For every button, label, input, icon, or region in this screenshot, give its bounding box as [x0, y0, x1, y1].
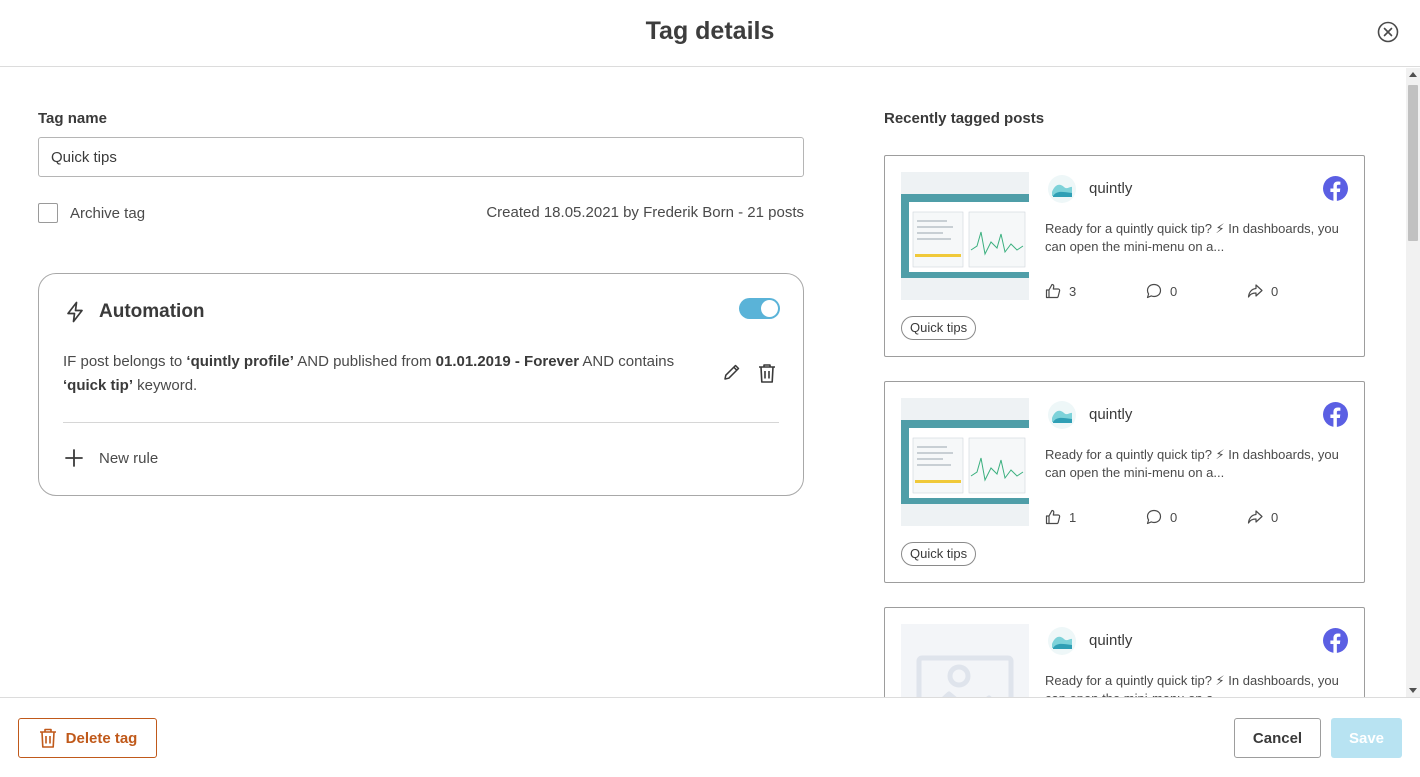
shares-count: 0	[1271, 509, 1279, 525]
new-rule-button[interactable]: New rule	[63, 447, 158, 469]
scroll-up-arrow[interactable]	[1409, 72, 1417, 77]
recent-posts-title: Recently tagged posts	[884, 110, 1045, 127]
comments-metric: 0	[1146, 509, 1177, 525]
share-icon	[1247, 510, 1263, 524]
archive-tag-label[interactable]: Archive tag	[70, 205, 145, 222]
likes-count: 3	[1069, 283, 1077, 299]
tag-chip[interactable]: Quick tips	[901, 542, 977, 566]
comment-icon	[1146, 509, 1162, 525]
facebook-icon	[1323, 402, 1348, 427]
toggle-knob	[761, 300, 778, 317]
automation-panel: Automation IF post belongs to ‘quintly p…	[38, 273, 804, 496]
image-placeholder-icon	[901, 624, 1029, 697]
scroll-down-arrow[interactable]	[1409, 688, 1417, 693]
archive-tag-checkbox[interactable]	[38, 203, 58, 223]
trash-icon	[39, 728, 56, 748]
quintly-avatar	[1048, 175, 1076, 203]
scrollbar[interactable]	[1406, 68, 1420, 697]
likes-count: 1	[1069, 509, 1077, 525]
cancel-button[interactable]: Cancel	[1234, 718, 1321, 758]
facebook-icon	[1323, 176, 1348, 201]
post-card[interactable]: quintly Ready for a quintly quick tip? ⚡…	[884, 607, 1365, 697]
post-text: Ready for a quintly quick tip? ⚡ In dash…	[1045, 447, 1339, 480]
thumbs-up-icon	[1045, 509, 1061, 525]
shares-count: 0	[1271, 283, 1279, 299]
thumbs-up-icon	[1045, 283, 1061, 299]
tag-name-input[interactable]	[38, 137, 804, 177]
save-button[interactable]: Save	[1331, 718, 1402, 758]
automation-toggle[interactable]	[739, 298, 780, 319]
post-card[interactable]: quintly Ready for a quintly quick tip? ⚡…	[884, 381, 1365, 583]
shares-metric: 0	[1247, 283, 1278, 299]
scroll-thumb[interactable]	[1408, 85, 1418, 241]
post-text: Ready for a quintly quick tip? ⚡ In dash…	[1045, 221, 1339, 254]
tag-name-label: Tag name	[38, 110, 107, 127]
close-icon[interactable]	[1376, 20, 1400, 44]
post-thumbnail	[901, 398, 1029, 526]
lightning-icon	[67, 301, 83, 323]
dialog-title: Tag details	[645, 17, 775, 45]
post-profile-name: quintly	[1089, 406, 1133, 423]
comments-count: 0	[1170, 283, 1178, 299]
facebook-icon	[1323, 628, 1348, 653]
shares-metric: 0	[1247, 509, 1278, 525]
post-profile-name: quintly	[1089, 632, 1133, 649]
comment-icon	[1146, 283, 1162, 299]
quintly-avatar	[1048, 401, 1076, 429]
quintly-avatar	[1048, 627, 1076, 655]
comments-metric: 0	[1146, 283, 1177, 299]
dialog-header: Tag details	[0, 0, 1420, 67]
automation-divider	[63, 422, 779, 423]
pencil-icon[interactable]	[722, 362, 742, 382]
comments-count: 0	[1170, 509, 1178, 525]
automation-header: Automation	[63, 300, 205, 324]
automation-title: Automation	[99, 301, 205, 322]
delete-tag-button[interactable]: Delete tag	[18, 718, 157, 758]
new-rule-label: New rule	[99, 449, 159, 467]
created-info: Created 18.05.2021 by Frederik Born - 21…	[486, 204, 804, 221]
share-icon	[1247, 284, 1263, 298]
dialog-footer: Delete tag Cancel Save	[0, 697, 1420, 777]
likes-metric: 3	[1045, 283, 1076, 299]
trash-icon[interactable]	[756, 362, 778, 384]
post-text: Ready for a quintly quick tip? ⚡ In dash…	[1045, 673, 1339, 697]
dialog-body: Tag name Archive tag Created 18.05.2021 …	[0, 68, 1406, 697]
plus-icon	[65, 449, 83, 467]
post-thumbnail	[901, 172, 1029, 300]
delete-tag-label: Delete tag	[65, 729, 138, 747]
post-card[interactable]: quintly Ready for a quintly quick tip? ⚡…	[884, 155, 1365, 357]
archive-tag-row: Archive tag	[38, 203, 145, 223]
tag-chip[interactable]: Quick tips	[901, 316, 977, 340]
post-profile-name: quintly	[1089, 180, 1133, 197]
likes-metric: 1	[1045, 509, 1076, 525]
automation-rule-text: IF post belongs to ‘quintly profile’ AND…	[63, 353, 675, 394]
